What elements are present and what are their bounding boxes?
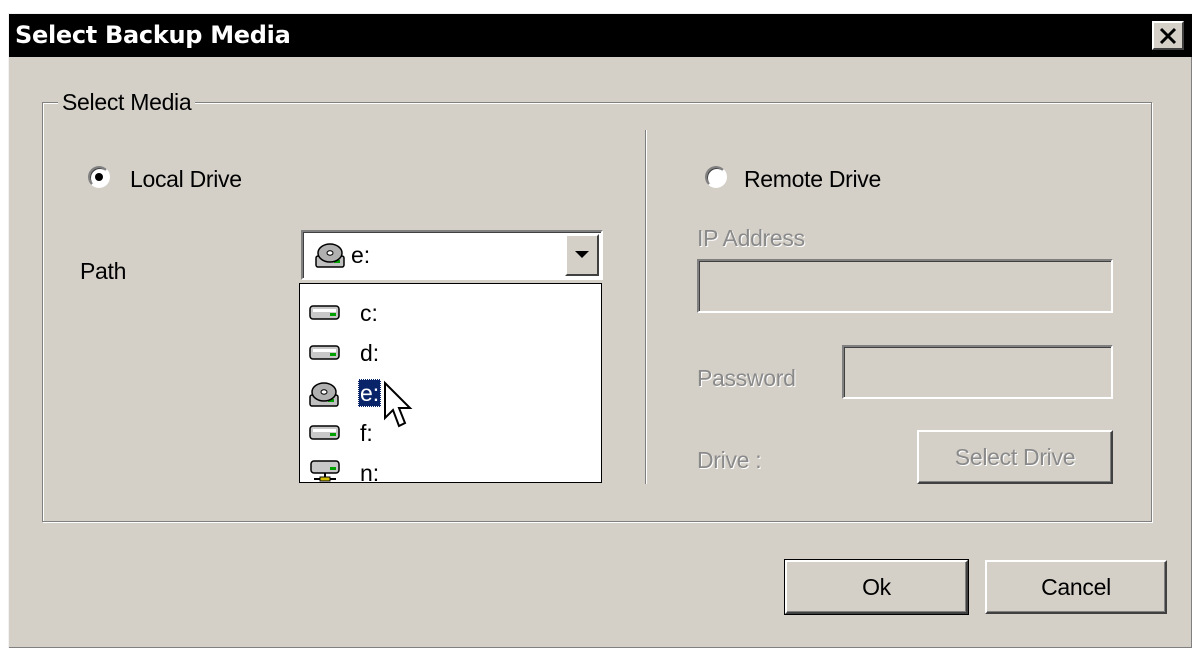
ip-address-field[interactable] <box>697 259 1113 313</box>
drive-option-d[interactable]: d: <box>308 339 578 369</box>
mouse-pointer-icon <box>384 380 413 428</box>
title-bar[interactable]: Select Backup Media <box>9 14 1192 57</box>
drive-option-c[interactable]: c: <box>308 299 578 329</box>
path-dropdown-button[interactable] <box>565 234 599 276</box>
hard-drive-icon <box>309 425 340 440</box>
drive-letter: d: <box>360 340 380 366</box>
path-label: Path <box>80 258 127 284</box>
select-media-legend: Select Media <box>58 89 196 116</box>
drive-option-f[interactable]: f: <box>308 419 578 449</box>
path-combobox-value: e: <box>351 242 371 268</box>
drive-letter-selected: e: <box>358 379 382 407</box>
password-label: Password <box>697 365 796 391</box>
radio-selected-dot <box>95 173 103 181</box>
remote-drive-radio[interactable] <box>705 166 727 188</box>
window-title: Select Backup Media <box>15 21 291 49</box>
drive-letter: n: <box>360 460 380 483</box>
drive-letter: f: <box>360 420 373 446</box>
remote-drive-label[interactable]: Remote Drive <box>744 166 881 193</box>
hard-drive-icon <box>309 305 340 320</box>
network-drive-icon <box>310 460 340 482</box>
path-dropdown-list[interactable]: c: d: e: f: n: <box>299 283 602 483</box>
cancel-button[interactable]: Cancel <box>985 560 1167 614</box>
path-combobox[interactable]: e: <box>301 230 603 280</box>
drive-label: Drive : <box>697 447 762 473</box>
ok-button[interactable]: Ok <box>784 559 969 615</box>
drive-option-n[interactable]: n: <box>308 459 578 483</box>
drive-option-e[interactable]: e: <box>308 379 578 409</box>
close-button[interactable] <box>1152 21 1184 50</box>
local-drive-label[interactable]: Local Drive <box>130 166 242 193</box>
cd-drive-icon <box>315 243 345 268</box>
group-divider <box>645 130 646 484</box>
close-icon <box>1159 27 1177 44</box>
hard-drive-icon <box>309 345 340 360</box>
local-drive-radio[interactable] <box>88 166 110 188</box>
drive-letter: c: <box>360 300 378 326</box>
cd-drive-icon <box>309 382 339 407</box>
select-drive-button[interactable]: Select Drive <box>917 430 1113 484</box>
password-field[interactable] <box>842 345 1113 399</box>
chevron-down-icon <box>575 251 589 258</box>
ip-address-label: IP Address <box>697 225 805 251</box>
